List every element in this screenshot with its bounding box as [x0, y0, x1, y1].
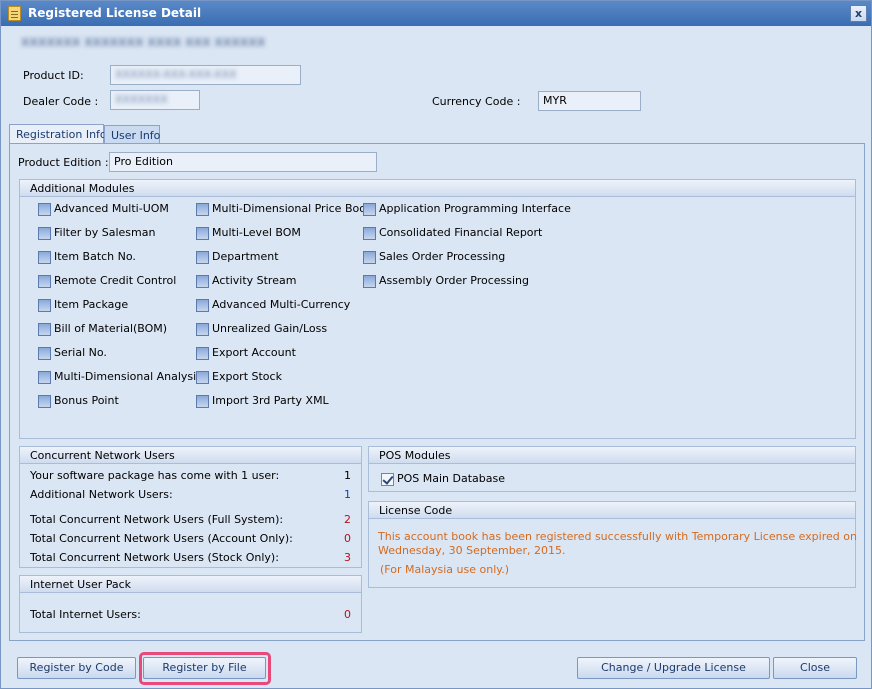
module-label: Advanced Multi-UOM	[54, 202, 169, 215]
pos-modules-title: POS Modules	[369, 447, 855, 464]
license-region-note: (For Malaysia use only.)	[380, 563, 509, 576]
module-label: Item Package	[54, 298, 129, 311]
registration-info-panel: Product Edition : Pro Edition Additional…	[9, 143, 865, 641]
pos-modules-group: POS Modules POS Main Database	[368, 446, 856, 492]
currency-code-field: MYR	[538, 91, 641, 111]
company-name: XXXXXXX XXXXXXX XXXX XXX XXXXXX	[21, 36, 266, 49]
module-checkbox[interactable]	[363, 251, 376, 264]
dealer-code-value: XXXXXXX	[115, 93, 168, 106]
close-button[interactable]: Close	[773, 657, 857, 679]
close-window-button[interactable]: x	[850, 5, 867, 22]
additional-users-value: 1	[344, 488, 351, 501]
module-checkbox[interactable]	[38, 275, 51, 288]
product-id-field: XXXXXX-XXX-XXX-XXX	[110, 65, 301, 85]
account-only-users-label: Total Concurrent Network Users (Account …	[30, 532, 293, 545]
module-checkbox[interactable]	[196, 203, 209, 216]
module-label: Multi-Level BOM	[212, 226, 301, 239]
module-checkbox[interactable]	[38, 251, 51, 264]
dealer-code-label: Dealer Code :	[23, 95, 99, 108]
module-label: Export Account	[212, 346, 296, 359]
stock-only-users-label: Total Concurrent Network Users (Stock On…	[30, 551, 279, 564]
concurrent-users-group: Concurrent Network Users Your software p…	[19, 446, 362, 568]
module-label: Remote Credit Control	[54, 274, 177, 287]
additional-modules-title: Additional Modules	[20, 180, 855, 197]
module-checkbox[interactable]	[196, 299, 209, 312]
window-title: Registered License Detail	[28, 6, 202, 20]
tab-registration-info[interactable]: Registration Info	[9, 124, 107, 144]
module-label: Unrealized Gain/Loss	[212, 322, 328, 335]
concurrent-users-title: Concurrent Network Users	[20, 447, 361, 464]
module-label: Bonus Point	[54, 394, 119, 407]
title-bar: Registered License Detail x	[1, 1, 871, 26]
module-checkbox[interactable]	[196, 395, 209, 408]
included-users-value: 1	[344, 469, 351, 482]
module-checkbox[interactable]	[363, 203, 376, 216]
account-only-users-value: 0	[344, 532, 351, 545]
module-label: Application Programming Interface	[379, 202, 571, 215]
module-checkbox[interactable]	[38, 395, 51, 408]
module-label: Sales Order Processing	[379, 250, 506, 263]
pos-main-database-label: POS Main Database	[397, 472, 506, 485]
product-id-label: Product ID:	[23, 69, 84, 82]
module-checkbox[interactable]	[196, 227, 209, 240]
module-label: Consolidated Financial Report	[379, 226, 543, 239]
dealer-code-field: XXXXXXX	[110, 90, 200, 110]
additional-modules-group: Additional Modules Advanced Multi-UOM Fil…	[19, 179, 856, 439]
module-checkbox[interactable]	[363, 275, 376, 288]
module-checkbox[interactable]	[38, 347, 51, 360]
product-id-value: XXXXXX-XXX-XXX-XXX	[115, 68, 237, 81]
module-label: Assembly Order Processing	[379, 274, 530, 287]
product-edition-field: Pro Edition	[109, 152, 377, 172]
internet-users-label: Total Internet Users:	[30, 608, 141, 621]
internet-users-value: 0	[344, 608, 351, 621]
stock-only-users-value: 3	[344, 551, 351, 564]
full-system-users-value: 2	[344, 513, 351, 526]
included-users-label: Your software package has come with 1 us…	[30, 469, 280, 482]
module-checkbox[interactable]	[38, 299, 51, 312]
module-checkbox[interactable]	[38, 203, 51, 216]
module-label: Import 3rd Party XML	[212, 394, 329, 407]
internet-user-pack-title: Internet User Pack	[20, 576, 361, 593]
module-label: Export Stock	[212, 370, 282, 383]
highlight-box	[139, 652, 271, 685]
license-code-title: License Code	[369, 502, 855, 519]
module-label: Multi-Dimensional Price Book	[212, 202, 373, 215]
module-checkbox[interactable]	[363, 227, 376, 240]
module-label: Activity Stream	[212, 274, 297, 287]
license-detail-window: Registered License Detail x XXXXXXX XXXX…	[0, 0, 872, 689]
currency-code-label: Currency Code :	[432, 95, 521, 108]
additional-users-label: Additional Network Users:	[30, 488, 173, 501]
module-label: Multi-Dimensional Analysis	[54, 370, 202, 383]
module-checkbox[interactable]	[196, 323, 209, 336]
register-by-code-button[interactable]: Register by Code	[17, 657, 136, 679]
module-checkbox[interactable]	[196, 251, 209, 264]
full-system-users-label: Total Concurrent Network Users (Full Sys…	[30, 513, 284, 526]
module-checkbox[interactable]	[196, 371, 209, 384]
module-checkbox[interactable]	[38, 227, 51, 240]
license-code-group: License Code This account book has been …	[368, 501, 857, 588]
module-checkbox[interactable]	[38, 371, 51, 384]
module-label: Item Batch No.	[54, 250, 136, 263]
module-label: Serial No.	[54, 346, 107, 359]
change-upgrade-license-button[interactable]: Change / Upgrade License	[577, 657, 770, 679]
module-checkbox[interactable]	[196, 275, 209, 288]
module-label: Advanced Multi-Currency	[212, 298, 351, 311]
module-label: Filter by Salesman	[54, 226, 156, 239]
product-edition-label: Product Edition :	[18, 156, 109, 169]
module-label: Bill of Material(BOM)	[54, 322, 168, 335]
document-icon	[8, 6, 21, 21]
module-label: Department	[212, 250, 279, 263]
license-status-line2: Wednesday, 30 September, 2015.	[378, 544, 566, 557]
module-checkbox[interactable]	[196, 347, 209, 360]
internet-user-pack-group: Internet User Pack Total Internet Users:…	[19, 575, 362, 633]
tab-user-info[interactable]: User Info	[104, 125, 160, 145]
license-status-line1: This account book has been registered su…	[378, 530, 857, 543]
pos-main-database-checkbox[interactable]	[381, 473, 394, 486]
module-checkbox[interactable]	[38, 323, 51, 336]
